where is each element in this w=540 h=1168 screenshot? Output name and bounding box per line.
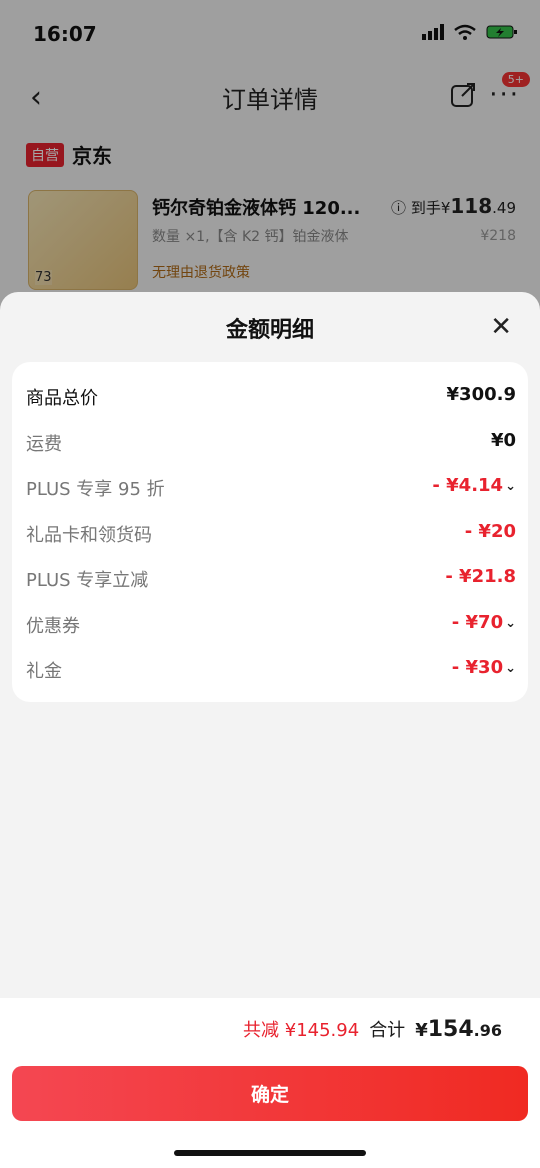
total-price: ¥154.96 (415, 1017, 502, 1042)
row-shipping: 运费 ¥0 (26, 430, 516, 460)
total-currency: ¥ (415, 1020, 428, 1041)
total-summary: 共减 ¥145.94 合计 ¥154.96 (243, 1016, 502, 1042)
home-indicator (174, 1150, 366, 1156)
sheet-title: 金额明细 (225, 318, 314, 343)
row-value: ¥300.9 (446, 384, 516, 405)
row-plus-reduction: PLUS 专享立减 - ¥21.8 (26, 566, 516, 596)
row-value: - ¥20 (464, 521, 516, 542)
row-plus-discount[interactable]: PLUS 专享 95 折 - ¥4.14 ⌄ (26, 475, 516, 505)
row-value-wrap: - ¥4.14 ⌄ (432, 475, 516, 496)
row-label: 优惠券 (26, 616, 80, 637)
bottom-area: 确定 (0, 1060, 540, 1168)
row-value-wrap: - ¥30 ⌄ (452, 657, 516, 678)
row-cash-gift[interactable]: 礼金 - ¥30 ⌄ (26, 657, 516, 687)
row-value: - ¥4.14 (432, 475, 504, 496)
row-label: PLUS 专享立减 (26, 570, 149, 591)
row-value: - ¥21.8 (445, 566, 516, 587)
total-dec: .96 (473, 1021, 502, 1040)
chevron-down-icon[interactable]: ⌄ (505, 661, 516, 676)
row-label: PLUS 专享 95 折 (26, 479, 165, 500)
row-value: ¥0 (490, 430, 516, 451)
row-coupon[interactable]: 优惠券 - ¥70 ⌄ (26, 612, 516, 642)
row-value-wrap: - ¥70 ⌄ (452, 612, 516, 633)
saved-amount: 共减 ¥145.94 (243, 1020, 360, 1041)
close-icon[interactable]: ✕ (490, 312, 512, 342)
chevron-down-icon[interactable]: ⌄ (505, 479, 516, 494)
row-label: 礼品卡和领货码 (26, 525, 152, 546)
row-goods-total: 商品总价 ¥300.9 (26, 384, 516, 414)
total-label: 合计 (369, 1020, 406, 1041)
confirm-button[interactable]: 确定 (12, 1066, 528, 1121)
row-label: 运费 (26, 434, 62, 455)
total-bar: 共减 ¥145.94 合计 ¥154.96 (0, 998, 540, 1060)
row-value: - ¥70 (451, 612, 504, 633)
total-int: 154 (427, 1017, 474, 1042)
chevron-down-icon[interactable]: ⌄ (505, 616, 516, 631)
row-gift-card: 礼品卡和领货码 - ¥20 (26, 521, 516, 551)
row-label: 商品总价 (26, 388, 98, 409)
row-value: - ¥30 (451, 657, 504, 678)
row-label: 礼金 (26, 661, 62, 682)
amount-card: 商品总价 ¥300.9 运费 ¥0 PLUS 专享 95 折 - ¥4.14 ⌄ … (12, 362, 528, 702)
